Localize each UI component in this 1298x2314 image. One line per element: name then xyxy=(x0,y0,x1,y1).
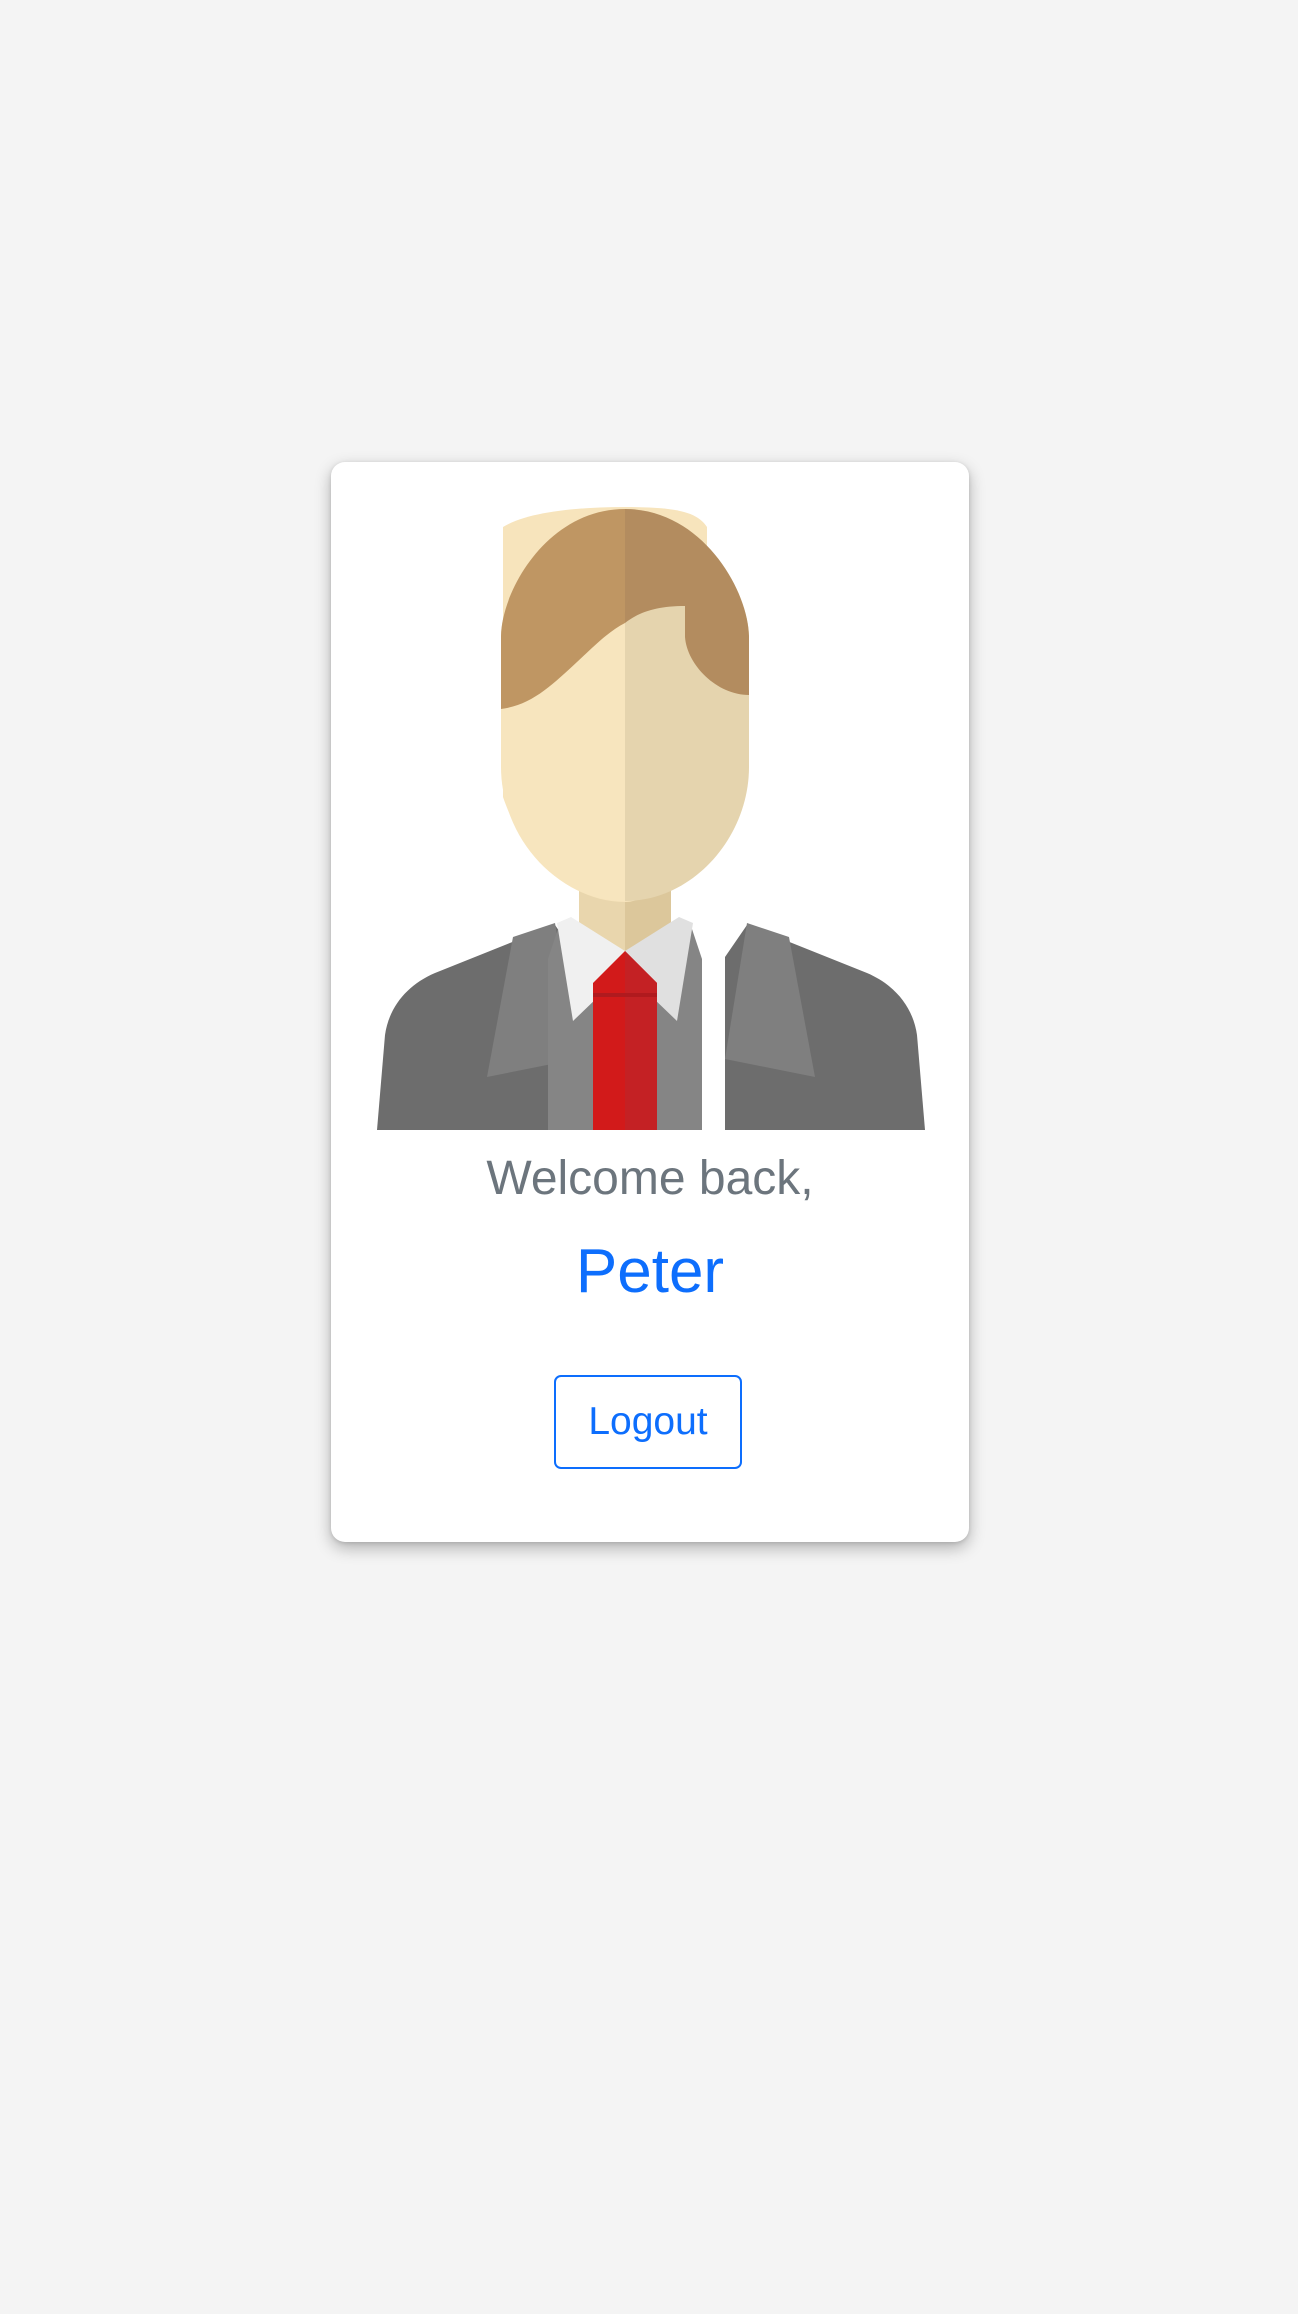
user-name: Peter xyxy=(575,1237,725,1306)
welcome-heading: Welcome back, xyxy=(486,1152,814,1205)
logout-button[interactable]: Logout xyxy=(554,1375,742,1469)
welcome-card: Welcome back, Peter Logout xyxy=(331,462,969,1542)
businessman-avatar-icon xyxy=(377,507,925,1130)
